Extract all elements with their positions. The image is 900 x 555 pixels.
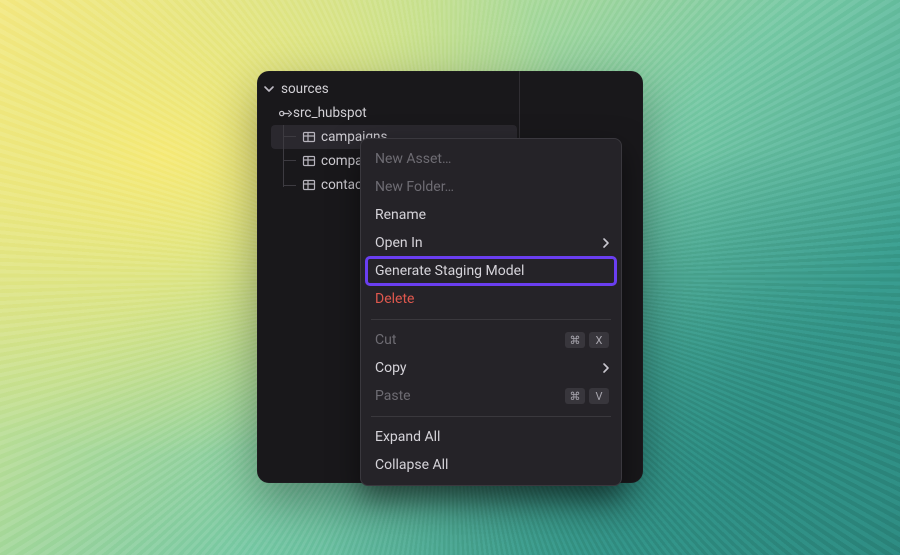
- tree-root-sources[interactable]: sources: [257, 77, 517, 101]
- shortcut-key: V: [589, 388, 609, 404]
- menu-item-label: Delete: [375, 291, 607, 307]
- context-menu: New Asset… New Folder… Rename Open In Ge…: [360, 138, 622, 486]
- table-icon: [301, 178, 316, 193]
- source-node-icon: [278, 106, 293, 121]
- tree-item-label: compa: [316, 153, 363, 169]
- menu-item-new-asset[interactable]: New Asset…: [361, 145, 621, 173]
- menu-item-cut[interactable]: Cut ⌘ X: [361, 326, 621, 354]
- menu-item-rename[interactable]: Rename: [361, 201, 621, 229]
- menu-item-label: Open In: [375, 235, 607, 251]
- tree-source-label: src_hubspot: [293, 105, 367, 121]
- tree-source-node[interactable]: src_hubspot: [261, 101, 517, 125]
- menu-item-new-folder[interactable]: New Folder…: [361, 173, 621, 201]
- menu-separator: [371, 416, 611, 417]
- keyboard-shortcut: ⌘ X: [565, 332, 609, 348]
- menu-item-expand-all[interactable]: Expand All: [361, 423, 621, 451]
- tree-elbow-icon: [283, 149, 296, 173]
- menu-item-label: Generate Staging Model: [375, 263, 607, 279]
- menu-item-label: New Asset…: [375, 151, 607, 167]
- tree-root-label: sources: [276, 81, 329, 97]
- tree-elbow-icon: [283, 125, 296, 149]
- menu-item-label: Expand All: [375, 429, 607, 445]
- cmd-key-icon: ⌘: [565, 332, 585, 348]
- menu-item-copy[interactable]: Copy: [361, 354, 621, 382]
- menu-item-generate-staging-model[interactable]: Generate Staging Model: [367, 258, 615, 284]
- menu-item-label: Rename: [375, 207, 607, 223]
- menu-item-label: New Folder…: [375, 179, 607, 195]
- menu-item-open-in[interactable]: Open In: [361, 229, 621, 257]
- menu-item-delete[interactable]: Delete: [361, 285, 621, 313]
- chevron-right-icon: [601, 237, 611, 249]
- tree-elbow-icon: [283, 173, 296, 186]
- tree-item-label: contac: [316, 177, 362, 193]
- table-icon: [301, 154, 316, 169]
- menu-item-label: Collapse All: [375, 457, 607, 473]
- menu-item-paste[interactable]: Paste ⌘ V: [361, 382, 621, 410]
- chevron-down-icon: [261, 82, 276, 97]
- menu-item-label: Copy: [375, 360, 607, 376]
- menu-separator: [371, 319, 611, 320]
- menu-item-collapse-all[interactable]: Collapse All: [361, 451, 621, 479]
- cmd-key-icon: ⌘: [565, 388, 585, 404]
- keyboard-shortcut: ⌘ V: [565, 388, 609, 404]
- chevron-right-icon: [601, 362, 611, 374]
- table-icon: [301, 130, 316, 145]
- shortcut-key: X: [589, 332, 609, 348]
